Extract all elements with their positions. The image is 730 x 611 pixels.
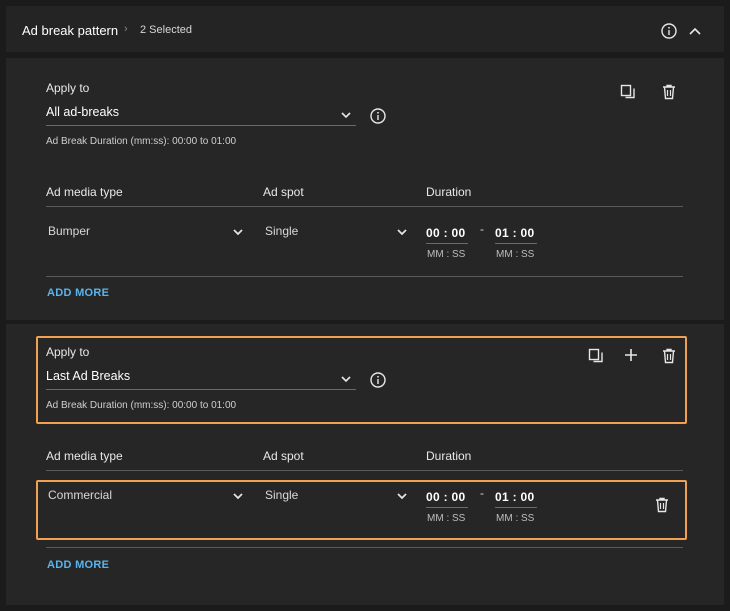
info-icon[interactable] xyxy=(370,108,386,124)
chevron-down-icon[interactable] xyxy=(396,227,408,237)
apply-to-underline xyxy=(46,389,356,390)
column-header-ad-spot: Ad spot xyxy=(263,185,304,199)
table-row-divider xyxy=(46,547,683,548)
column-header-media-type: Ad media type xyxy=(46,185,123,199)
ad-spot-select[interactable]: Single xyxy=(265,224,298,238)
row-highlight xyxy=(36,480,687,540)
plus-icon[interactable] xyxy=(624,348,638,362)
apply-to-value[interactable]: All ad-breaks xyxy=(46,105,119,119)
start-time-input[interactable]: 00 : 00 xyxy=(426,490,465,504)
chevron-down-icon[interactable] xyxy=(396,491,408,501)
section-title: Ad break pattern xyxy=(22,23,119,38)
media-type-select[interactable]: Commercial xyxy=(48,488,112,502)
info-icon[interactable] xyxy=(370,372,386,388)
info-icon[interactable] xyxy=(661,23,677,39)
duration-note: Ad Break Duration (mm:ss): 00:00 to 01:0… xyxy=(46,136,237,147)
add-more-link[interactable]: ADD MORE xyxy=(47,559,109,571)
table-header-divider xyxy=(46,206,683,207)
trash-icon[interactable] xyxy=(662,84,676,100)
apply-to-label: Apply to xyxy=(46,345,90,359)
trash-icon[interactable] xyxy=(655,497,669,513)
chevron-down-icon[interactable] xyxy=(340,374,352,384)
start-time-unit: MM : SS xyxy=(427,513,466,524)
end-time-unit: MM : SS xyxy=(496,513,535,524)
copy-icon[interactable] xyxy=(588,348,604,364)
column-header-media-type: Ad media type xyxy=(46,449,123,463)
end-time-input[interactable]: 01 : 00 xyxy=(495,226,534,240)
column-header-duration: Duration xyxy=(426,449,472,463)
apply-to-underline xyxy=(46,125,356,126)
range-dash: - xyxy=(480,222,484,236)
chevron-down-icon[interactable] xyxy=(232,227,244,237)
start-time-underline xyxy=(426,243,468,244)
start-time-unit: MM : SS xyxy=(427,249,466,260)
start-time-input[interactable]: 00 : 00 xyxy=(426,226,465,240)
ad-spot-select[interactable]: Single xyxy=(265,488,298,502)
table-row-divider xyxy=(46,276,683,277)
chevron-down-icon[interactable] xyxy=(340,110,352,120)
chevron-up-icon[interactable] xyxy=(688,25,702,37)
range-dash: - xyxy=(480,486,484,500)
column-header-duration: Duration xyxy=(426,185,472,199)
trash-icon[interactable] xyxy=(662,348,676,364)
copy-icon[interactable] xyxy=(620,84,636,100)
media-type-select[interactable]: Bumper xyxy=(48,224,90,238)
table-header-divider xyxy=(46,470,683,471)
end-time-underline xyxy=(495,243,537,244)
selected-count: 2 Selected xyxy=(140,24,192,36)
start-time-underline xyxy=(426,507,468,508)
duration-note: Ad Break Duration (mm:ss): 00:00 to 01:0… xyxy=(46,400,237,411)
end-time-unit: MM : SS xyxy=(496,249,535,260)
add-more-link[interactable]: ADD MORE xyxy=(47,287,109,299)
column-header-ad-spot: Ad spot xyxy=(263,449,304,463)
end-time-underline xyxy=(495,507,537,508)
chevron-down-icon[interactable] xyxy=(232,491,244,501)
end-time-input[interactable]: 01 : 00 xyxy=(495,490,534,504)
apply-to-value[interactable]: Last Ad Breaks xyxy=(46,369,130,383)
breadcrumb-separator: › xyxy=(124,23,128,35)
apply-to-label: Apply to xyxy=(46,81,90,95)
